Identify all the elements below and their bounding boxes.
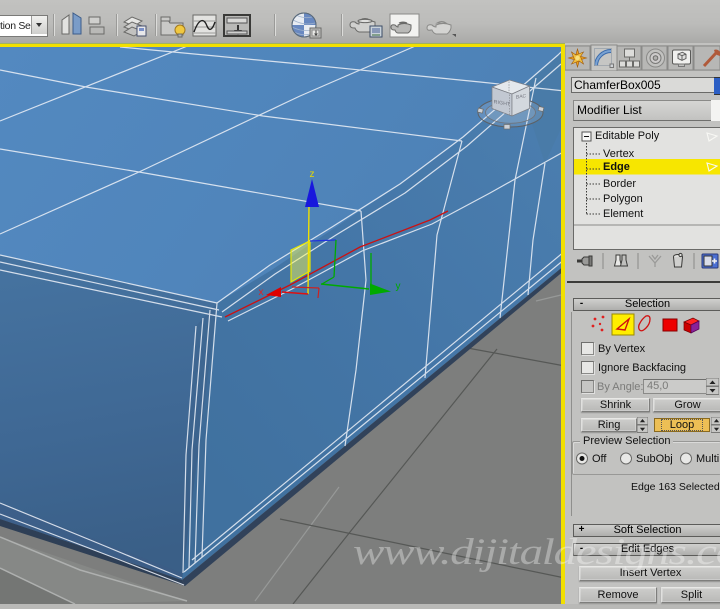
svg-text:y: y — [396, 281, 401, 292]
svg-text:z: z — [310, 169, 315, 180]
svg-text:x: x — [259, 287, 264, 298]
